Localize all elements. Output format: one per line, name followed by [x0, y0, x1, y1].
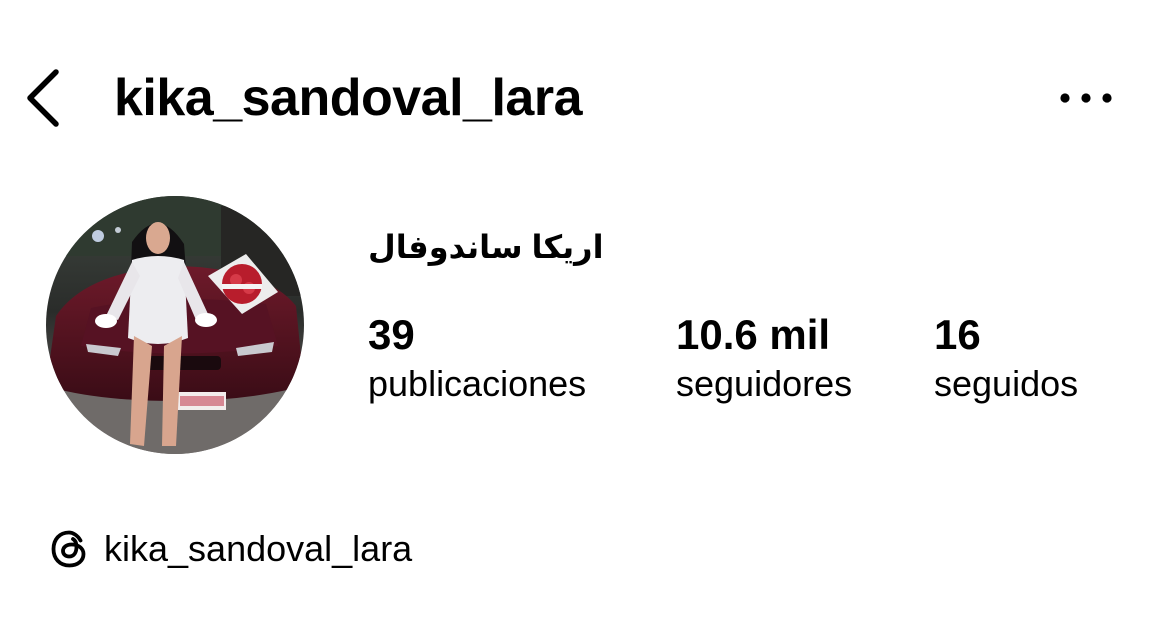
- more-options-button[interactable]: [1054, 80, 1118, 116]
- stat-following[interactable]: 16 seguidos: [934, 310, 1078, 408]
- stat-following-count: 16: [934, 311, 981, 358]
- threads-profile-link[interactable]: kika_sandoval_lara: [48, 524, 412, 574]
- threads-icon: [51, 530, 86, 568]
- profile-username: kika_sandoval_lara: [114, 69, 583, 127]
- profile-avatar[interactable]: [46, 196, 304, 454]
- stat-followers-count: 10.6 mil: [676, 311, 831, 358]
- stat-posts-count: 39: [368, 311, 415, 358]
- ellipsis-horizontal-icon: [1060, 93, 1112, 103]
- stat-followers[interactable]: 10.6 mil seguidores: [676, 310, 852, 408]
- threads-username: kika_sandoval_lara: [104, 528, 413, 569]
- stat-following-label: seguidos: [934, 363, 1079, 404]
- profile-photo: [46, 196, 304, 454]
- profile-full-name: اريكا ساندوفال: [368, 229, 604, 265]
- stat-followers-label: seguidores: [676, 363, 853, 404]
- chevron-left-icon: [27, 69, 59, 127]
- stat-posts[interactable]: 39 publicaciones: [368, 310, 586, 408]
- back-button[interactable]: [22, 66, 66, 130]
- stat-posts-label: publicaciones: [368, 363, 587, 404]
